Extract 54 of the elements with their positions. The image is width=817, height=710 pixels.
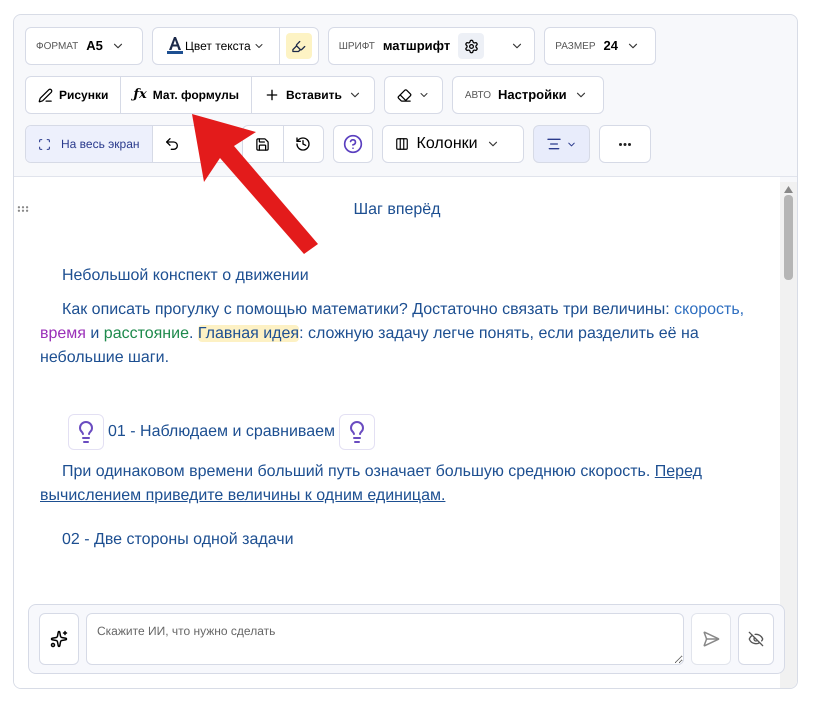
eraser-icon xyxy=(396,88,412,102)
scrollbar-thumb[interactable] xyxy=(784,195,793,280)
save-icon xyxy=(255,136,270,152)
section-heading: Небольшой конспект о движении xyxy=(61,266,309,286)
auto-label: АВТО xyxy=(464,88,491,102)
align-center-icon xyxy=(546,136,562,152)
plus-icon xyxy=(264,87,280,103)
format-label: ФОРМАТ xyxy=(36,40,78,54)
font-dropdown[interactable]: ШРИФТ матшрифт xyxy=(328,27,536,65)
paragraph: Как описать прогулку с помощью математики? Достаточно связать три величины: скорость, время и расстояние. Главная идея: сложную задачу легче понять, если разделить её на небольшие шаги. xyxy=(40,300,746,368)
align-dropdown[interactable] xyxy=(532,125,590,163)
columns-dropdown[interactable]: Колонки xyxy=(382,125,524,163)
more-icon xyxy=(618,142,631,146)
auto-settings-dropdown[interactable]: АВТО Настройки xyxy=(452,76,604,114)
send-button[interactable] xyxy=(691,613,731,665)
scroll-up-icon xyxy=(784,186,793,193)
sparkles-icon xyxy=(50,630,68,648)
size-dropdown[interactable]: РАЗМЕР 24 xyxy=(544,27,656,65)
fullscreen-icon xyxy=(38,138,51,150)
section-heading: 02 - Две стороны одной задачи xyxy=(61,530,294,550)
eraser-dropdown[interactable] xyxy=(384,76,443,114)
highlighter-icon xyxy=(291,38,306,54)
font-label: ШРИФТ xyxy=(338,40,375,54)
format-dropdown[interactable]: ФОРМАТ A5 xyxy=(25,27,143,65)
auto-value: Настройки xyxy=(498,86,567,104)
eye-off-icon xyxy=(748,631,764,647)
toolbar-button[interactable]: Рисунки xyxy=(26,77,120,113)
size-label: РАЗМЕР xyxy=(555,40,596,54)
format-value: A5 xyxy=(86,37,103,56)
fx-icon: ƒx xyxy=(133,85,147,105)
letter-a-icon xyxy=(167,37,183,55)
pen-icon xyxy=(38,88,53,102)
insert-dropdown[interactable]: Вставить xyxy=(250,77,374,113)
size-value: 24 xyxy=(604,37,618,56)
help-icon xyxy=(342,134,363,154)
settings-icon-glyph xyxy=(464,38,479,54)
undo-icon xyxy=(164,136,180,152)
columns-icon xyxy=(394,137,409,151)
lightbulb-icon xyxy=(339,414,376,450)
help-button[interactable] xyxy=(332,125,373,163)
history-icon xyxy=(295,136,312,152)
paragraph: При одинаковом времени больший путь означает большую среднюю скорость. Перед вычислением приведите величины к одним единицам. xyxy=(40,462,703,506)
highlighter-button[interactable] xyxy=(286,33,312,59)
ai-prompt-field[interactable]: Скажите ИИ, что нужно сделать xyxy=(86,613,684,665)
section-heading: 01 - Наблюдаем и сравниваем xyxy=(108,422,336,442)
toolbar-button[interactable]: ƒx Мат. формулы xyxy=(120,77,251,113)
font-value: матшрифт xyxy=(382,37,450,56)
send-icon xyxy=(702,630,720,648)
text-color-button[interactable]: Цвет текста xyxy=(153,28,280,64)
fullscreen-button[interactable]: На весь экран xyxy=(26,126,152,162)
hide-button[interactable] xyxy=(738,613,774,665)
document-title: Шаг вперёд xyxy=(353,200,441,220)
lightbulb-icon xyxy=(68,414,104,450)
sparkle-button[interactable] xyxy=(39,613,79,665)
